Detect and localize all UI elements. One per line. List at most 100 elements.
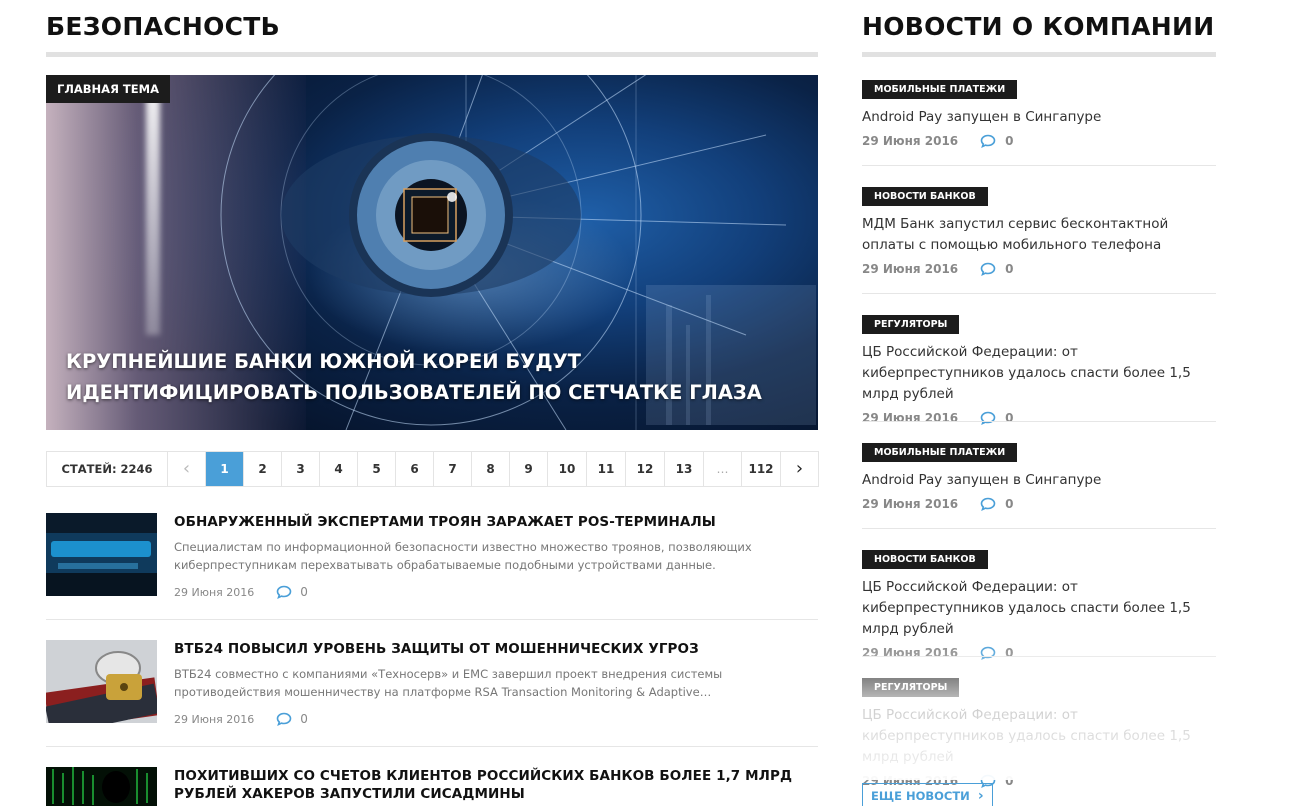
comments-link[interactable]: 0 xyxy=(980,411,1014,425)
pagination-page[interactable]: 13 xyxy=(665,452,704,486)
news-meta: 29 Июня 2016 0 xyxy=(862,497,1216,511)
pagination-page[interactable]: 2 xyxy=(244,452,282,486)
news-title[interactable]: ЦБ Российской Федерации: от киберпреступ… xyxy=(862,705,1216,768)
pagination-page[interactable]: 1 xyxy=(206,452,244,486)
padlock-cards-thumbnail-image xyxy=(46,640,157,723)
article-divider xyxy=(46,619,818,620)
comment-icon xyxy=(276,585,292,599)
news-meta: 29 Июня 2016 0 xyxy=(862,134,1216,148)
news-date: 29 Июня 2016 xyxy=(862,646,959,660)
pagination-prev-button[interactable]: ‹ xyxy=(168,452,206,486)
article-title[interactable]: ОБНАРУЖЕННЫЙ ЭКСПЕРТАМИ ТРОЯН ЗАРАЖАЕТ P… xyxy=(174,513,814,531)
comments-count: 0 xyxy=(300,585,308,599)
news-title[interactable]: МДМ Банк запустил сервис бесконтактной о… xyxy=(862,214,1216,256)
comments-count: 0 xyxy=(1005,497,1014,511)
comments-count: 0 xyxy=(300,712,308,726)
comments-count: 0 xyxy=(1005,262,1014,276)
sidebar-news-item: НОВОСТИ БАНКОВ ЦБ Российской Федерации: … xyxy=(862,547,1216,660)
pagination-page[interactable]: 7 xyxy=(434,452,472,486)
category-tag[interactable]: РЕГУЛЯТОРЫ xyxy=(862,315,960,334)
sidebar-divider xyxy=(862,165,1216,166)
hero-badge[interactable]: ГЛАВНАЯ ТЕМА xyxy=(46,75,170,103)
news-title[interactable]: ЦБ Российской Федерации: от киберпреступ… xyxy=(862,577,1216,640)
more-news-button[interactable]: ЕЩЕ НОВОСТИ › xyxy=(862,783,993,806)
hacker-code-thumbnail-image xyxy=(46,767,157,806)
comments-link[interactable]: 0 xyxy=(980,646,1014,660)
news-date: 29 Июня 2016 xyxy=(862,497,959,511)
comment-icon xyxy=(980,134,996,148)
sidebar-news-item: НОВОСТИ БАНКОВ МДМ Банк запустил сервис … xyxy=(862,184,1216,276)
sidebar-title: НОВОСТИ О КОМПАНИИ xyxy=(862,12,1215,41)
sidebar-title-underline xyxy=(862,52,1216,57)
sidebar-news-item: МОБИЛЬНЫЕ ПЛАТЕЖИ Android Pay запущен в … xyxy=(862,77,1216,148)
pos-terminal-thumbnail-image xyxy=(46,513,157,596)
article-body: ОБНАРУЖЕННЫЙ ЭКСПЕРТАМИ ТРОЯН ЗАРАЖАЕТ P… xyxy=(174,513,814,600)
pagination-page[interactable]: 10 xyxy=(548,452,587,486)
pagination-page[interactable]: 12 xyxy=(626,452,665,486)
news-meta: 29 Июня 2016 0 xyxy=(862,262,1216,276)
news-meta: 29 Июня 2016 0 xyxy=(862,411,1216,425)
comments-link[interactable]: 0 xyxy=(980,134,1014,148)
article-excerpt: Специалистам по информационной безопасно… xyxy=(174,540,752,572)
hero-featured-article[interactable]: ГЛАВНАЯ ТЕМА КРУПНЕЙШИЕ БАНКИ ЮЖНОЙ КОРЕ… xyxy=(46,75,818,430)
comment-icon xyxy=(980,411,996,425)
news-title[interactable]: Android Pay запущен в Сингапуре xyxy=(862,470,1216,491)
comments-link[interactable]: 0 xyxy=(980,262,1014,276)
article-thumbnail[interactable] xyxy=(46,767,157,806)
article-title[interactable]: ВТБ24 ПОВЫСИЛ УРОВЕНЬ ЗАЩИТЫ ОТ МОШЕННИЧ… xyxy=(174,640,814,658)
sidebar-divider xyxy=(862,656,1216,657)
article-thumbnail[interactable] xyxy=(46,513,157,596)
main-column: БЕЗОПАСНОСТЬ ГЛАВНАЯ ТЕМА КРУПНЕЙШИЕ БАН… xyxy=(46,0,819,806)
comments-link[interactable]: 0 xyxy=(276,712,308,726)
article-meta: 29 Июня 2016 0 xyxy=(174,711,814,727)
pagination-page[interactable]: 5 xyxy=(358,452,396,486)
news-title[interactable]: ЦБ Российской Федерации: от киберпреступ… xyxy=(862,342,1216,405)
news-date: 29 Июня 2016 xyxy=(862,411,959,425)
article-date: 29 Июня 2016 xyxy=(174,712,255,726)
category-tag[interactable]: НОВОСТИ БАНКОВ xyxy=(862,187,988,206)
pagination-page[interactable]: 3 xyxy=(282,452,320,486)
pagination-page[interactable]: 4 xyxy=(320,452,358,486)
sidebar: НОВОСТИ О КОМПАНИИ МОБИЛЬНЫЕ ПЛАТЕЖИ And… xyxy=(862,0,1216,806)
comment-icon xyxy=(276,712,292,726)
sidebar-divider xyxy=(862,421,1216,422)
sidebar-news-item: РЕГУЛЯТОРЫ ЦБ Российской Федерации: от к… xyxy=(862,312,1216,425)
pagination-page[interactable]: 11 xyxy=(587,452,626,486)
sidebar-news-item: РЕГУЛЯТОРЫ ЦБ Российской Федерации: от к… xyxy=(862,675,1216,788)
category-tag[interactable]: МОБИЛЬНЫЕ ПЛАТЕЖИ xyxy=(862,80,1018,99)
news-meta: 29 Июня 2016 0 xyxy=(862,646,1216,660)
comments-count: 0 xyxy=(1005,411,1014,425)
pagination-page[interactable]: 112 xyxy=(742,452,781,486)
article-date: 29 Июня 2016 xyxy=(174,585,255,599)
comments-link[interactable]: 0 xyxy=(276,585,308,599)
news-date: 29 Июня 2016 xyxy=(862,134,959,148)
hero-title[interactable]: КРУПНЕЙШИЕ БАНКИ ЮЖНОЙ КОРЕИ БУДУТ ИДЕНТ… xyxy=(66,346,806,408)
article-title[interactable]: ПОХИТИВШИХ СО СЧЕТОВ КЛИЕНТОВ РОССИЙСКИХ… xyxy=(174,767,814,803)
news-title[interactable]: Android Pay запущен в Сингапуре xyxy=(862,107,1216,128)
article-thumbnail[interactable] xyxy=(46,640,157,723)
sidebar-divider xyxy=(862,293,1216,294)
comments-count: 0 xyxy=(1005,134,1014,148)
article-meta: 29 Июня 2016 0 xyxy=(174,584,814,600)
comment-icon xyxy=(980,646,996,660)
pagination: СТАТЕЙ: 2246 ‹ 1 2 3 4 5 6 7 8 9 10 11 1… xyxy=(46,451,819,487)
category-tag[interactable]: НОВОСТИ БАНКОВ xyxy=(862,550,988,569)
articles-count: СТАТЕЙ: 2246 xyxy=(47,452,168,486)
pagination-next-button[interactable]: › xyxy=(781,452,818,486)
category-tag[interactable]: РЕГУЛЯТОРЫ xyxy=(862,678,960,697)
pagination-page[interactable]: 6 xyxy=(396,452,434,486)
comments-count: 0 xyxy=(1005,774,1014,788)
category-tag[interactable]: МОБИЛЬНЫЕ ПЛАТЕЖИ xyxy=(862,443,1018,462)
pagination-page[interactable]: 9 xyxy=(510,452,548,486)
article-excerpt: ВТБ24 совместно с компаниями «Техносерв»… xyxy=(174,667,723,699)
comments-link[interactable]: 0 xyxy=(980,497,1014,511)
chevron-right-icon: › xyxy=(977,788,984,804)
pagination-page[interactable]: 8 xyxy=(472,452,510,486)
comments-count: 0 xyxy=(1005,646,1014,660)
comment-icon xyxy=(980,262,996,276)
article-body: ВТБ24 ПОВЫСИЛ УРОВЕНЬ ЗАЩИТЫ ОТ МОШЕННИЧ… xyxy=(174,640,814,727)
pagination-ellipsis: … xyxy=(704,452,742,486)
article-body: ПОХИТИВШИХ СО СЧЕТОВ КЛИЕНТОВ РОССИЙСКИХ… xyxy=(174,767,814,803)
comment-icon xyxy=(980,497,996,511)
sidebar-news-item: МОБИЛЬНЫЕ ПЛАТЕЖИ Android Pay запущен в … xyxy=(862,440,1216,511)
